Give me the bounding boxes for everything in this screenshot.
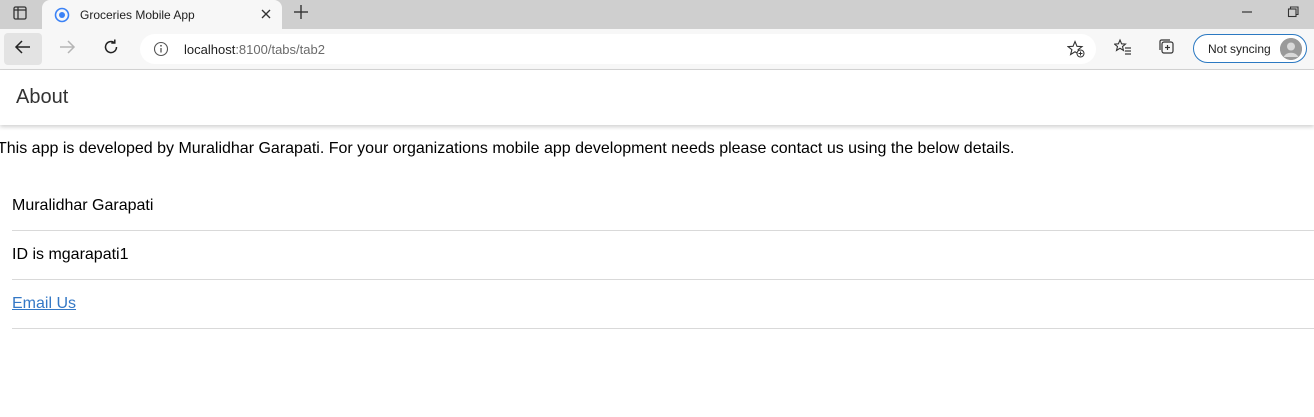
- browser-toolbar: localhost:8100/tabs/tab2 Not syncing: [0, 29, 1314, 70]
- url-host: localhost: [184, 41, 236, 57]
- collections-icon: [1158, 38, 1176, 61]
- tab-title: Groceries Mobile App: [80, 7, 195, 22]
- address-bar[interactable]: localhost:8100/tabs/tab2: [140, 34, 1096, 64]
- page-title: About: [16, 86, 69, 108]
- arrow-left-icon: [14, 38, 32, 61]
- tab-actions-icon: [13, 5, 27, 25]
- list-item-developer-id: ID is mgarapati1: [12, 231, 1314, 280]
- close-icon[interactable]: [258, 6, 274, 22]
- reload-button[interactable]: [92, 33, 130, 65]
- favorites-icon: [1113, 38, 1132, 61]
- tab-strip: Groceries Mobile App: [0, 0, 1314, 29]
- add-favorite-icon[interactable]: [1066, 39, 1086, 59]
- url-path: :8100/tabs/tab2: [235, 41, 325, 57]
- profile-button[interactable]: Not syncing: [1193, 34, 1307, 63]
- restore-button[interactable]: [1284, 6, 1302, 22]
- new-tab-button[interactable]: [290, 3, 312, 25]
- minimize-icon: [1241, 5, 1253, 23]
- arrow-right-icon: [58, 38, 76, 61]
- browser-tab[interactable]: Groceries Mobile App: [42, 0, 282, 29]
- favorites-button[interactable]: [1104, 33, 1142, 65]
- contact-list: Muralidhar Garapati ID is mgarapati1 Ema…: [12, 182, 1314, 329]
- reload-icon: [102, 38, 120, 61]
- developer-id: ID is mgarapati1: [12, 246, 129, 263]
- sync-status-label: Not syncing: [1208, 41, 1271, 56]
- developer-name: Muralidhar Garapati: [12, 197, 154, 214]
- avatar: [1280, 38, 1302, 60]
- list-item-email: Email Us: [12, 280, 1314, 329]
- list-item-developer-name: Muralidhar Garapati: [12, 182, 1314, 231]
- tab-actions-button[interactable]: [6, 4, 34, 26]
- url-text[interactable]: localhost:8100/tabs/tab2: [184, 42, 325, 57]
- page-header: About: [0, 70, 1314, 125]
- collections-button[interactable]: [1148, 33, 1186, 65]
- minimize-button[interactable]: [1238, 6, 1256, 22]
- forward-button[interactable]: [48, 33, 86, 65]
- back-button[interactable]: [4, 33, 42, 65]
- ionic-icon: [54, 7, 70, 23]
- plus-icon: [293, 4, 309, 25]
- about-description: This app is developed by Muralidhar Gara…: [0, 140, 1015, 157]
- restore-icon: [1287, 5, 1299, 23]
- info-icon[interactable]: [152, 40, 170, 58]
- email-us-link[interactable]: Email Us: [12, 295, 76, 313]
